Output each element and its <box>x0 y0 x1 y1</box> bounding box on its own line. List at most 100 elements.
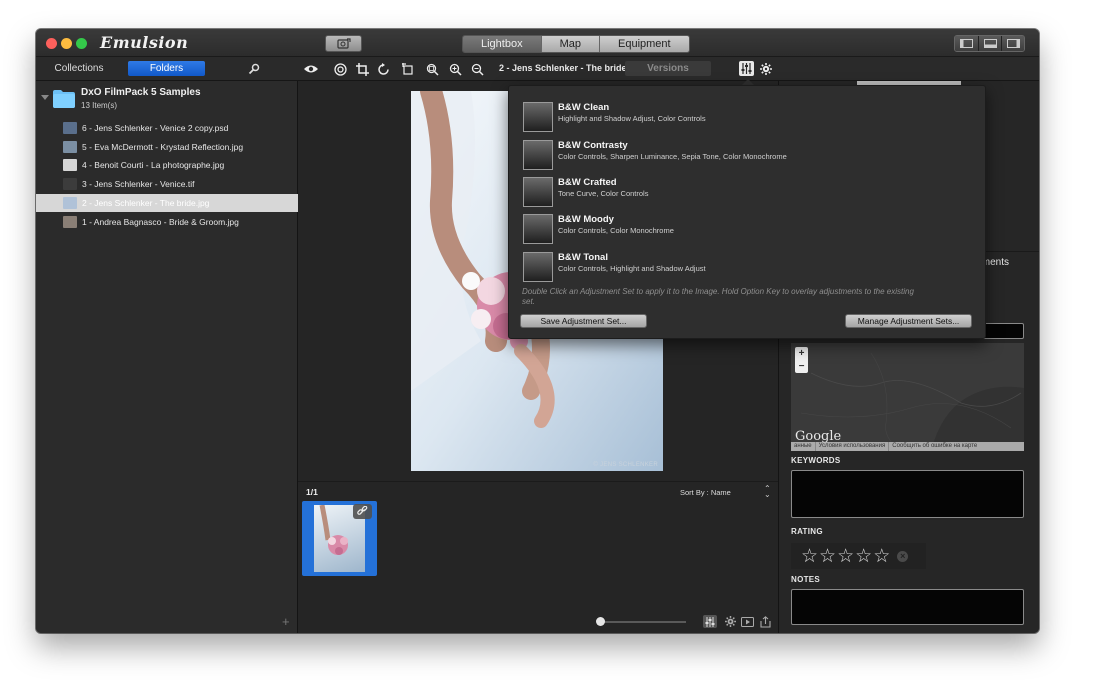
zoom-in-button[interactable] <box>447 61 463 77</box>
disclosure-triangle-icon[interactable] <box>41 95 49 100</box>
left-panel-icon <box>960 39 973 48</box>
crop-button[interactable] <box>354 61 370 77</box>
clear-rating-icon[interactable]: × <box>897 550 909 562</box>
zoom-window-button[interactable] <box>76 38 87 49</box>
preset-bw-crafted[interactable]: B&W Crafted Tone Curve, Color Controls <box>523 177 953 209</box>
settings-button[interactable] <box>758 61 774 77</box>
adjustments-toggle-button[interactable] <box>703 615 717 628</box>
slideshow-button[interactable] <box>740 615 754 628</box>
location-map[interactable]: + − Google анные Условия использования Соо… <box>791 343 1024 451</box>
folder-header[interactable]: DxO FilmPack 5 Samples 13 Item(s) <box>36 81 298 117</box>
thumbnail-size-slider-knob[interactable] <box>596 617 605 626</box>
adjustments-button[interactable] <box>739 61 754 76</box>
map-data-link[interactable]: анные <box>791 442 815 451</box>
file-thumbnail <box>63 215 77 228</box>
file-thumbnail <box>63 159 77 172</box>
file-thumbnail <box>63 178 77 191</box>
rating-star-5[interactable]: ☆ <box>873 547 890 566</box>
preset-bw-clean[interactable]: B&W Clean Highlight and Shadow Adjust, C… <box>523 102 953 134</box>
linked-badge <box>353 504 372 519</box>
right-panel-toggle[interactable] <box>1001 36 1024 51</box>
preset-thumbnail <box>523 140 553 170</box>
tab-equipment[interactable]: Equipment <box>599 36 689 52</box>
zoom-in-icon <box>449 63 462 76</box>
keywords-field[interactable] <box>791 470 1024 518</box>
add-folder-button[interactable]: + <box>282 614 290 629</box>
preset-description: Highlight and Shadow Adjust, Color Contr… <box>558 114 706 123</box>
folder-icon <box>53 90 75 108</box>
rating-star-3[interactable]: ☆ <box>837 547 854 566</box>
notes-field[interactable] <box>791 589 1024 625</box>
app-logo: Emulsion <box>100 33 189 52</box>
file-name: 6 - Jens Schlenker - Venice 2 copy.psd <box>82 123 229 133</box>
preset-name: B&W Contrasty <box>558 140 628 151</box>
versions-button[interactable]: Versions <box>625 61 711 76</box>
play-icon <box>740 616 754 627</box>
map-terms-link[interactable]: Условия использования <box>814 442 889 451</box>
file-name: 5 - Eva McDermott - Krystad Reflection.j… <box>82 141 244 152</box>
preset-thumbnail <box>523 177 553 207</box>
file-row[interactable]: 6 - Jens Schlenker - Venice 2 copy.psd <box>36 119 298 137</box>
viewer-bottom-bar <box>298 609 778 633</box>
folders-sidebar: DxO FilmPack 5 Samples 13 Item(s) 6 - Je… <box>36 81 298 633</box>
layout-switcher <box>954 35 1025 52</box>
straighten-button[interactable] <box>400 61 416 77</box>
rating-star-2[interactable]: ☆ <box>819 547 836 566</box>
rotate-button[interactable] <box>375 61 391 77</box>
rating-label: RATING <box>791 527 823 536</box>
file-thumbnail <box>63 140 77 153</box>
zoom-fit-button[interactable] <box>424 61 440 77</box>
map-zoom-in-button[interactable]: + <box>795 347 808 360</box>
search-button[interactable] <box>246 61 262 77</box>
mode-switcher: Lightbox Map Equipment <box>462 35 690 53</box>
rating-star-4[interactable]: ☆ <box>855 547 872 566</box>
tab-folders[interactable]: Folders <box>128 61 205 76</box>
search-icon <box>248 63 260 75</box>
map-attribution: анные Условия использования Сообщить об ош… <box>791 442 1024 451</box>
bottom-panel-toggle[interactable] <box>978 36 1001 51</box>
file-row[interactable]: 1 - Andrea Bagnasco - Bride & Groom.jpg <box>36 213 298 231</box>
zoom-out-icon <box>471 63 484 76</box>
rotate-icon <box>377 62 389 75</box>
rating-control: ☆ ☆ ☆ ☆ ☆ × <box>791 543 926 569</box>
preset-thumbnail <box>523 102 553 132</box>
share-button[interactable] <box>758 615 772 628</box>
crop-icon <box>355 62 369 76</box>
file-name: 2 - Jens Schlenker - The bride.jpg <box>82 197 210 208</box>
filmstrip-thumbnail[interactable] <box>302 501 377 576</box>
target-button[interactable] <box>332 61 348 77</box>
file-row[interactable]: 4 - Benoit Courti - La photographe.jpg <box>36 156 298 174</box>
thumbnail-size-slider-track[interactable] <box>598 621 686 623</box>
save-adjustment-set-button[interactable]: Save Adjustment Set... <box>520 314 647 328</box>
file-row[interactable]: 2 - Jens Schlenker - The bride.jpg <box>36 193 298 212</box>
map-zoom-out-button[interactable]: − <box>795 360 808 373</box>
tab-lightbox[interactable]: Lightbox <box>463 36 541 52</box>
map-zoom-control: + − <box>795 347 808 373</box>
gear-icon <box>724 616 736 627</box>
map-report-link[interactable]: Сообщить об ошибке на карте <box>888 442 980 451</box>
zoom-out-button[interactable] <box>469 61 485 77</box>
sort-dropdown[interactable]: Sort By : Name <box>680 488 731 497</box>
import-button[interactable] <box>325 35 362 52</box>
tab-map[interactable]: Map <box>540 36 599 52</box>
preset-description: Tone Curve, Color Controls <box>558 189 649 198</box>
preset-name: B&W Moody <box>558 214 614 225</box>
file-row[interactable]: 3 - Jens Schlenker - Venice.tif <box>36 175 298 193</box>
photo-watermark: © JENS SCHLENKER <box>593 462 658 468</box>
close-window-button[interactable] <box>46 38 57 49</box>
left-panel-toggle[interactable] <box>955 36 978 51</box>
rating-star-1[interactable]: ☆ <box>801 547 818 566</box>
link-icon <box>357 506 368 515</box>
sliders-icon <box>705 616 715 627</box>
action-settings-button[interactable] <box>723 615 737 628</box>
manage-adjustment-sets-button[interactable]: Manage Adjustment Sets... <box>845 314 972 328</box>
tab-collections[interactable]: Collections <box>44 61 114 76</box>
preset-bw-contrasty[interactable]: B&W Contrasty Color Controls, Sharpen Lu… <box>523 140 953 172</box>
preview-button[interactable] <box>303 61 319 77</box>
preset-bw-tonal[interactable]: B&W Tonal Color Controls, Highlight and … <box>523 252 953 284</box>
chevron-updown-icon[interactable]: ⌃ ⌄ <box>764 485 771 499</box>
minimize-window-button[interactable] <box>61 38 72 49</box>
preset-bw-moody[interactable]: B&W Moody Color Controls, Color Monochro… <box>523 214 953 246</box>
preset-name: B&W Tonal <box>558 252 608 263</box>
file-row[interactable]: 5 - Eva McDermott - Krystad Reflection.j… <box>36 138 298 156</box>
